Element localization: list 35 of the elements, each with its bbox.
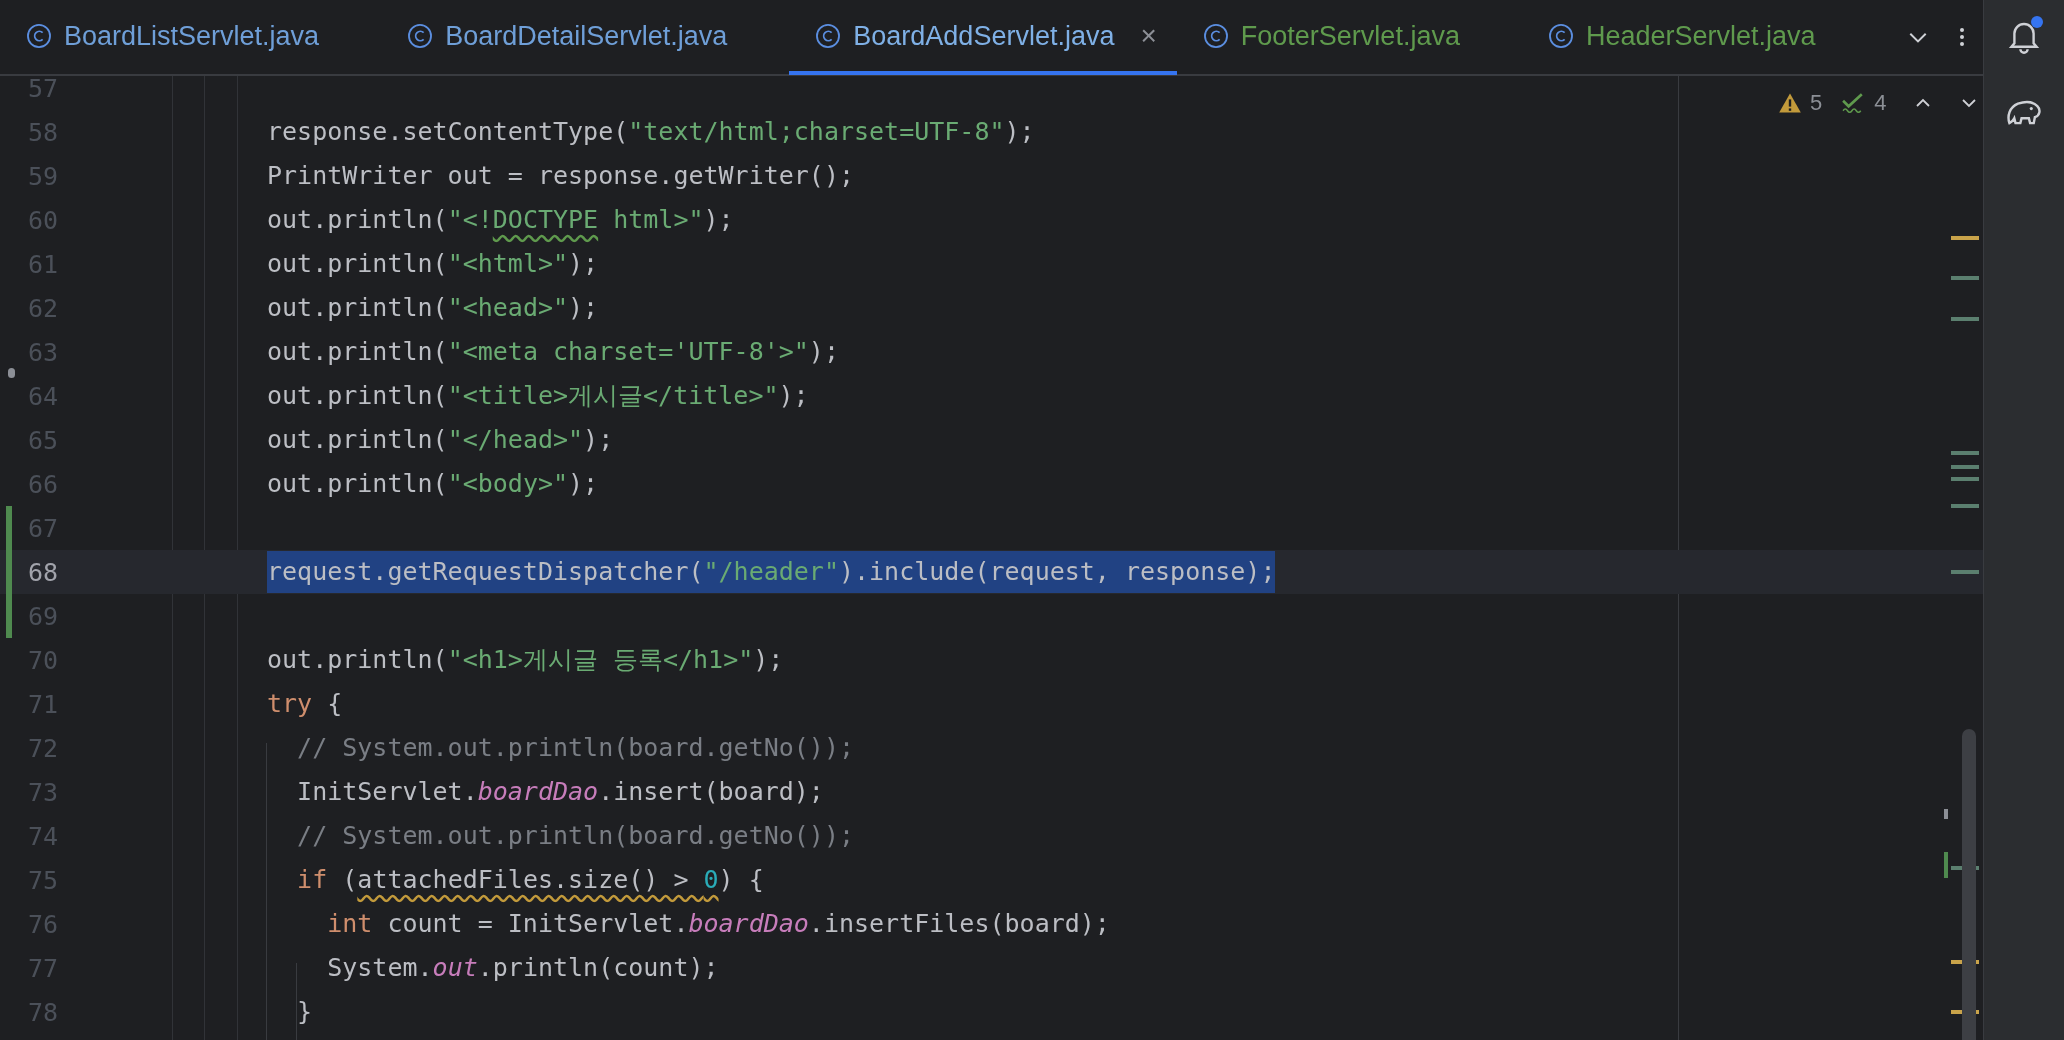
code-line: out.println("<html>"); xyxy=(267,248,599,280)
warning-icon[interactable] xyxy=(1778,92,1802,114)
code-line: out.println("</head>"); xyxy=(267,424,614,456)
code-line: out.println("<!DOCTYPE html>"); xyxy=(267,204,734,236)
editor-tab[interactable]: BoardListServlet.java xyxy=(0,1,382,75)
code-line: System.out.println(count); xyxy=(326,952,719,984)
class-icon xyxy=(407,23,434,49)
scrollbar-thumb[interactable] xyxy=(1962,729,1976,1040)
code-line: } xyxy=(296,996,313,1028)
editor-tab[interactable]: HeaderServlet.java xyxy=(1521,1,1878,75)
code-line: out.println("<body>"); xyxy=(267,468,599,500)
more-icon[interactable] xyxy=(1959,25,1965,49)
code-line: out.println("<meta charset='UTF-8'>"); xyxy=(267,336,839,368)
code-line: response.setContentType("text/html;charset=UTF-8"); xyxy=(267,116,1035,148)
class-icon xyxy=(26,23,52,49)
editor-tab[interactable]: BoardDetailServlet.java xyxy=(381,1,790,75)
code-line: try { xyxy=(267,688,343,720)
code-line: // System.out.println(board.getNo()); xyxy=(296,820,854,852)
code-line: out.println("<h1>게시글 등록</h1>"); xyxy=(267,644,784,676)
editor-tab[interactable]: BoardAddServlet.java × xyxy=(789,1,1177,75)
class-icon xyxy=(815,23,842,49)
code-line: out.println("<head>"); xyxy=(267,292,599,324)
warning-count: 5 xyxy=(1810,90,1823,116)
code-line: int count = InitServlet.boardDao.insertFiles(board); xyxy=(326,908,1110,940)
code-line: PrintWriter out = response.getWriter(); xyxy=(267,160,854,192)
typo-count: 4 xyxy=(1874,90,1887,116)
code-line: out.println("<title>게시글</title>"); xyxy=(267,380,809,412)
class-icon xyxy=(1202,23,1229,49)
close-icon[interactable]: × xyxy=(1140,20,1157,52)
editor-tab[interactable]: FooterServlet.java xyxy=(1176,1,1522,75)
code-line: InitServlet.boardDao.insert(board); xyxy=(296,776,824,808)
code-line: // System.out.println(board.getNo()); xyxy=(296,732,854,764)
code-line: if (attachedFiles.size() > 0) { xyxy=(296,864,764,896)
line-number: 68 xyxy=(27,557,60,587)
class-icon xyxy=(1547,23,1574,49)
